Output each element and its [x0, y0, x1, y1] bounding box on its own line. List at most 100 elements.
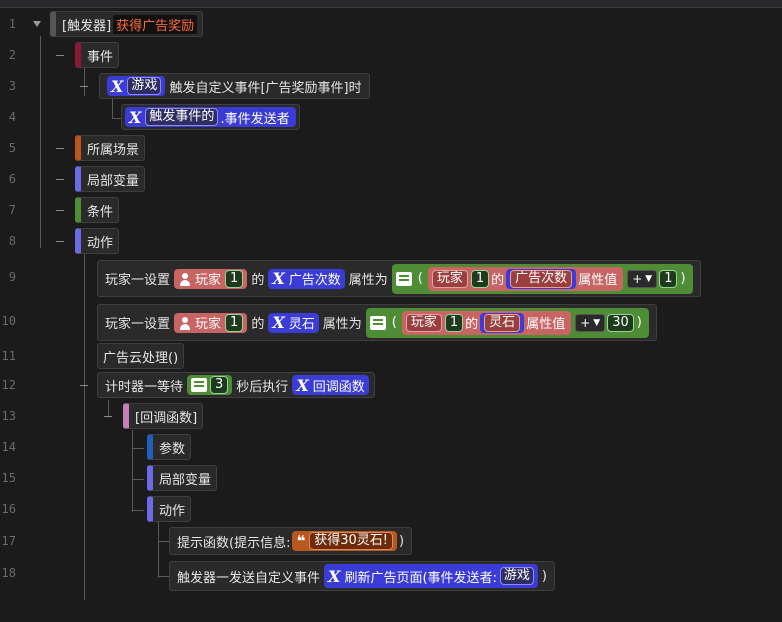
set-spirit-stone-action[interactable]: 玩家一设置 玩家 1 的 X 灵石 属性为 ( 玩家 1 的灵石 属性值 + ▼ 30 ): [97, 304, 657, 341]
section-actions[interactable]: 动作: [75, 228, 120, 254]
set-ad-count-action[interactable]: 玩家一设置 玩家 1 的 X 广告次数 属性为 ( 玩家 1 的广告次数 属性值 + ▼ 1…: [97, 260, 701, 297]
player2-label: 玩家: [405, 313, 442, 332]
attr2-label: 灵石: [484, 313, 521, 332]
player-pill[interactable]: 玩家 1: [174, 268, 248, 289]
of2-text: 的: [465, 317, 479, 332]
function-x-icon: X: [129, 107, 142, 127]
timer-after-text: 秒后执行: [236, 379, 289, 395]
section-conditions[interactable]: 条件: [75, 197, 120, 223]
math-expression[interactable]: ( 玩家 1 的灵石 属性值 + ▼ 30 ): [365, 307, 649, 338]
ad-cloud-process-text: 广告云处理(): [103, 350, 179, 366]
function-x-icon: X: [272, 269, 285, 288]
hint-function-action[interactable]: 提示函数(提示信息: ❝ 获得30灵石! ): [169, 527, 413, 555]
collapse-triangle-icon[interactable]: [56, 55, 64, 56]
quote-icon: ❝: [296, 532, 306, 550]
operator-value: +: [632, 271, 643, 286]
value-input[interactable]: 1: [659, 269, 678, 288]
value-input[interactable]: 30: [607, 313, 634, 332]
section-events-label: 事件: [87, 49, 114, 65]
trigger-name[interactable]: 获得广告奖励: [113, 14, 198, 34]
trigger-prefix: [触发器]: [62, 18, 112, 34]
section-events[interactable]: 事件: [75, 42, 120, 68]
callback-pill[interactable]: X 回调函数: [292, 375, 369, 395]
attr2-pill[interactable]: 广告次数: [506, 268, 577, 289]
section-local-vars-label: 局部变量: [87, 173, 140, 189]
send-custom-event-action[interactable]: 触发器一发送自定义事件 X 刷新广告页面(事件发送者: 游戏 ): [169, 561, 555, 591]
collapse-triangle-icon[interactable]: [56, 241, 64, 242]
game-pill[interactable]: X 游戏: [107, 76, 166, 96]
function-x-icon: X: [296, 375, 309, 395]
attr-label: 广告次数: [288, 273, 341, 288]
trigger-header[interactable]: [触发器] 获得广告奖励: [50, 11, 204, 37]
line-number: 15: [1, 471, 16, 485]
string-pill[interactable]: ❝ 获得30灵石!: [292, 531, 398, 551]
timer-wait-action[interactable]: 计时器一等待 3 秒后执行 X 回调函数: [97, 372, 375, 398]
tree-guide: [132, 510, 144, 511]
ad-cloud-process-action[interactable]: 广告云处理(): [97, 343, 185, 369]
player-label: 玩家: [195, 273, 222, 288]
player-label: 玩家: [195, 317, 222, 332]
attr-pill[interactable]: X 灵石: [268, 312, 319, 333]
dropdown-arrow-icon: ▼: [645, 273, 653, 284]
player2-label: 玩家: [431, 269, 468, 288]
send-prefix: 触发器一发送自定义事件: [177, 570, 321, 586]
line-number: 8: [8, 234, 16, 248]
line-number: 6: [8, 172, 16, 186]
sender-value[interactable]: 游戏: [499, 567, 534, 585]
collapse-triangle-icon[interactable]: [104, 416, 112, 417]
hint-message[interactable]: 获得30灵石!: [309, 532, 394, 550]
of-text: 的: [251, 317, 265, 332]
attr-val-text: 属性值: [578, 273, 618, 288]
attr2-pill[interactable]: 灵石: [480, 312, 525, 333]
event-sender-block[interactable]: X 触发事件的 .事件发送者: [121, 104, 300, 130]
section-scene[interactable]: 所属场景: [75, 135, 146, 161]
math-expression[interactable]: ( 玩家 1 的广告次数 属性值 + ▼ 1 ): [391, 263, 693, 294]
paren-close: ): [680, 271, 686, 286]
player-attr-pill[interactable]: 玩家 1 的广告次数 属性值: [427, 266, 624, 291]
game-value: 游戏: [127, 77, 162, 95]
section-conditions-label: 条件: [87, 204, 114, 220]
attr2-label: 广告次数: [510, 269, 573, 288]
paren-open: (: [417, 271, 423, 286]
callback-actions[interactable]: 动作: [147, 496, 192, 522]
operator-select[interactable]: + ▼: [575, 313, 606, 332]
operator-select[interactable]: + ▼: [627, 269, 658, 288]
line-number: 16: [1, 502, 16, 516]
refresh-page-pill[interactable]: X 刷新广告页面(事件发送者: 游戏: [324, 564, 538, 588]
callback-function-block[interactable]: [回调函数]: [123, 403, 204, 429]
event-trigger-block[interactable]: X 游戏 触发自定义事件[广告奖励事件]时: [99, 73, 370, 99]
tree-guide: [132, 430, 133, 512]
player-number[interactable]: 1: [225, 313, 244, 332]
of2-text: 的: [491, 273, 505, 288]
player2-number[interactable]: 1: [470, 269, 490, 288]
collapse-triangle-icon[interactable]: [80, 86, 88, 87]
callback-local-vars[interactable]: 局部变量: [147, 465, 218, 491]
seconds-value[interactable]: 3: [210, 376, 229, 394]
callback-params[interactable]: 参数: [147, 434, 192, 460]
attr-val-text: 属性值: [526, 317, 566, 332]
collapse-triangle-icon[interactable]: [80, 385, 88, 386]
section-actions-label: 动作: [87, 235, 114, 251]
section-local-vars[interactable]: 局部变量: [75, 166, 146, 192]
collapse-triangle-icon[interactable]: [56, 210, 64, 211]
player-number[interactable]: 1: [225, 269, 244, 288]
fired-event-pill[interactable]: X 触发事件的 .事件发送者: [125, 107, 296, 127]
section-scene-label: 所属场景: [87, 142, 140, 158]
attr-pill[interactable]: X 广告次数: [268, 268, 345, 289]
callback-actions-label: 动作: [159, 503, 186, 519]
line-number: 9: [8, 270, 16, 284]
function-x-icon: X: [272, 313, 285, 332]
collapse-triangle-icon[interactable]: [56, 179, 64, 180]
player2-number[interactable]: 1: [444, 313, 464, 332]
function-x-icon: X: [111, 76, 124, 96]
player-attr-pill[interactable]: 玩家 1 的灵石 属性值: [401, 310, 572, 335]
seconds-pill[interactable]: 3: [187, 375, 233, 395]
collapse-triangle-icon[interactable]: [56, 148, 64, 149]
line-number: 11: [1, 349, 16, 363]
line-number: 4: [8, 110, 16, 124]
player-pill[interactable]: 玩家 1: [174, 312, 248, 333]
paren-close: ): [636, 315, 642, 330]
collapse-triangle-icon[interactable]: [33, 21, 41, 27]
line-number: 14: [1, 440, 16, 454]
calculator-icon: [369, 315, 386, 330]
